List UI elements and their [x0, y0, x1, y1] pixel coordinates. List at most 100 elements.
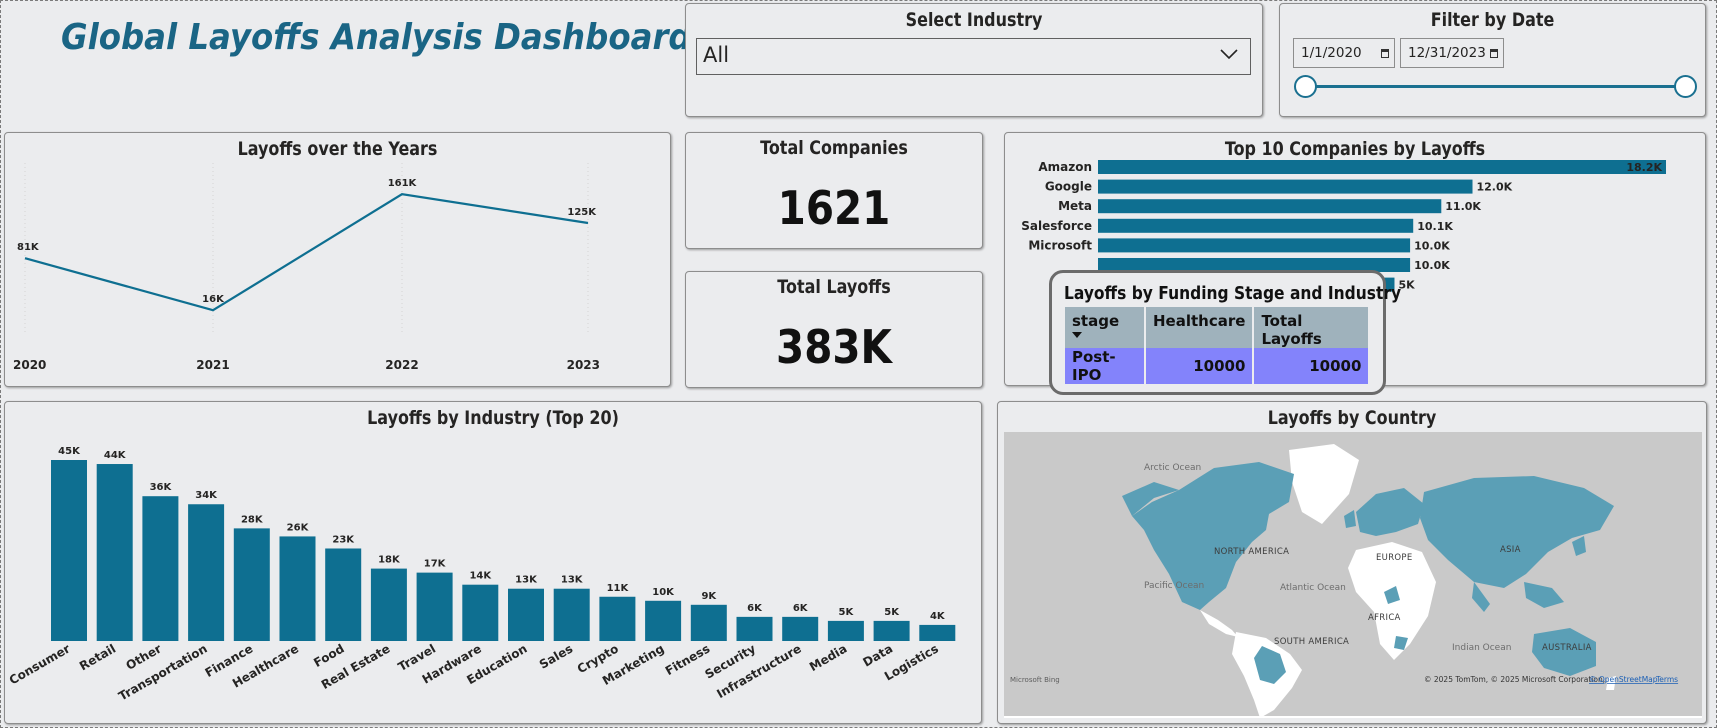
map-continent-label: SOUTH AMERICA [1274, 637, 1349, 647]
date-end-handle[interactable] [1674, 75, 1697, 98]
column-header[interactable]: Healthcare [1145, 307, 1255, 348]
data-label: 18K [378, 555, 401, 566]
bar [1098, 238, 1411, 253]
data-label: 18.2K [1626, 161, 1662, 174]
calendar-icon[interactable] [1490, 49, 1498, 58]
x-tick-label: Retail [77, 641, 118, 673]
data-label: 125K [567, 207, 597, 218]
bing-logo: Microsoft Bing [1010, 676, 1060, 684]
date-start-handle[interactable] [1294, 75, 1317, 98]
series-line [24, 193, 589, 312]
data-label: 36K [150, 482, 173, 493]
data-label: 4K [930, 611, 946, 622]
start-date-value: 1/1/2020 [1301, 45, 1362, 61]
column-header[interactable]: Total Layoffs [1253, 307, 1369, 348]
y-tick-label: Meta [1058, 199, 1092, 213]
table-cell: 10000 [1253, 348, 1369, 384]
bar [873, 620, 910, 641]
bar [462, 584, 499, 641]
data-label: 10.0K [1414, 259, 1450, 272]
kpi-title: Total Companies [760, 137, 908, 159]
layoffs-years-card: Layoffs over the Years 81K 2020 16K 2021 161… [4, 132, 671, 387]
bar [51, 460, 87, 641]
country-map-card: Layoffs by Country Arctic Ocean Pacific … [997, 401, 1707, 724]
map-region[interactable] [1356, 488, 1424, 536]
table-cell: 10000 [1145, 348, 1255, 384]
bar [1098, 218, 1414, 233]
terms-link[interactable]: Terms [1655, 675, 1678, 684]
kpi-title: Total Layoffs [777, 276, 891, 298]
date-slicer-title: Filter by Date [1430, 9, 1555, 31]
bar [782, 616, 819, 641]
date-range-track[interactable] [1306, 85, 1685, 88]
world-map-graphic: Arctic Ocean Pacific Ocean Atlantic Ocea… [1004, 444, 1702, 718]
bar [96, 464, 133, 641]
world-map[interactable]: Arctic Ocean Pacific Ocean Atlantic Ocea… [1004, 432, 1702, 718]
map-continent-label: NORTH AMERICA [1214, 547, 1289, 557]
total-layoffs-card: Total Layoffs 383K [685, 271, 983, 388]
openstreetmap-link[interactable]: © OpenStreetMap [1589, 675, 1658, 684]
bar [736, 616, 773, 641]
data-label: 13K [515, 575, 538, 586]
data-label: 13K [561, 575, 584, 586]
map-region[interactable] [1344, 510, 1356, 528]
data-label: 14K [469, 571, 492, 582]
data-label: 16K [202, 294, 225, 305]
y-tick-label: Google [1045, 180, 1092, 194]
industry-slicer: Select Industry All [685, 3, 1263, 117]
map-ocean-label: Pacific Ocean [1144, 581, 1204, 591]
map-ocean-label: Arctic Ocean [1144, 463, 1201, 473]
bar [827, 620, 864, 641]
bar [1098, 199, 1442, 214]
bar [370, 568, 407, 641]
data-label: 45K [58, 446, 81, 457]
bar [233, 528, 270, 641]
map-continent-label: EUROPE [1376, 553, 1413, 563]
kpi-value: 383K [776, 320, 892, 374]
bar [1098, 179, 1473, 194]
data-label: 28K [241, 514, 264, 525]
map-ocean-label: Indian Ocean [1452, 643, 1511, 653]
table-cell: Post-IPO [1065, 348, 1146, 384]
kpi-value: 1621 [777, 181, 891, 235]
calendar-icon[interactable] [1381, 49, 1389, 58]
chevron-down-icon [1220, 49, 1238, 60]
industry-dropdown[interactable]: All [696, 38, 1251, 75]
bar [645, 600, 682, 641]
data-label: 5K [884, 607, 900, 618]
x-tick-label: Sales [537, 641, 575, 671]
map-region[interactable] [1472, 582, 1490, 612]
bar [690, 604, 727, 641]
data-label: 5K [839, 607, 855, 618]
data-label: 23K [332, 534, 355, 545]
x-tick-label: 2020 [13, 358, 46, 372]
data-label: 6K [793, 603, 809, 614]
industry-card: Layoffs by Industry (Top 20) 45K Consumer… [4, 401, 982, 724]
map-region[interactable] [1524, 582, 1564, 608]
x-tick-label: Infrastructure [714, 641, 803, 701]
data-label: 17K [424, 559, 447, 570]
tooltip-table: stage Healthcare Total Layoffs Post-IPO … [1065, 307, 1369, 384]
x-tick-label: Media [807, 641, 849, 674]
industry-bar-chart[interactable]: 45KConsumer44KRetail36KOther34KTransport… [5, 402, 981, 723]
map-region[interactable] [1572, 536, 1586, 556]
bar [142, 496, 179, 641]
data-label: 11K [607, 583, 630, 594]
y-tick-label: Salesforce [1021, 219, 1092, 233]
column-header[interactable]: stage [1065, 307, 1146, 348]
sort-down-icon [1072, 332, 1082, 338]
tooltip-title: Layoffs by Funding Stage and Industry [1064, 283, 1402, 304]
map-region[interactable] [1420, 476, 1614, 588]
data-label: 10K [652, 587, 675, 598]
data-label: 44K [104, 450, 127, 461]
layoffs-line-chart[interactable]: 81K 2020 16K 2021 161K 2022 125K 2023 [5, 133, 670, 386]
end-date-input[interactable]: 12/31/2023 [1400, 38, 1504, 68]
x-tick-label: 2021 [196, 358, 229, 372]
bar [325, 548, 362, 641]
x-tick-label: 2023 [567, 358, 600, 372]
data-label: 26K [287, 522, 310, 533]
start-date-input[interactable]: 1/1/2020 [1293, 38, 1395, 68]
bar [508, 588, 544, 641]
bar [416, 572, 453, 641]
x-tick-label: 2022 [385, 358, 418, 372]
